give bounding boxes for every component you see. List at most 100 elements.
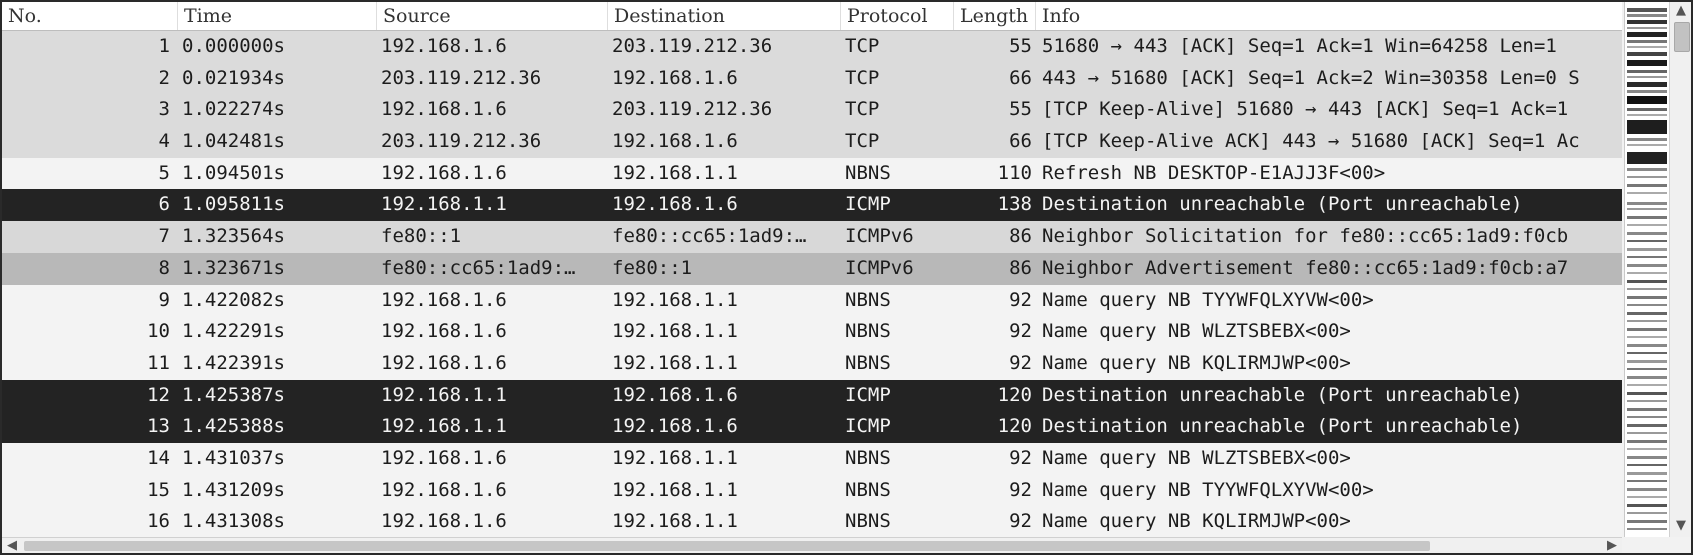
packet-row[interactable]: 12 1.425387s 192.168.1.1 192.168.1.6 ICMP 120… <box>2 379 1622 412</box>
packet-row[interactable]: 9 1.422082s 192.168.1.6 192.168.1.1 NBNS 92 Na… <box>2 284 1622 317</box>
packet-length-cell: 55 <box>1009 35 1032 57</box>
packet-time-cell: 1.422082s <box>182 288 285 311</box>
packet-row[interactable]: 1 0.000000s 192.168.1.6 203.119.212.36 TCP 55… <box>2 31 1622 63</box>
packet-info-cell: Name query NB TYYWFQLXYVW<00> <box>1042 288 1374 311</box>
packet-no-cell: 4 <box>158 130 170 153</box>
packet-destination-cell: 192.168.1.1 <box>612 446 738 469</box>
packet-time-cell: 1.431209s <box>182 478 285 501</box>
packet-row[interactable]: 7 1.323564s fe80::1 fe80::cc65:1ad9:… ICMPv6… <box>2 221 1622 253</box>
packet-protocol-cell: ICMP <box>845 415 891 438</box>
scroll-right-icon[interactable]: ▶ <box>1604 538 1620 553</box>
minimap-stripe <box>1627 408 1667 411</box>
minimap-stripe <box>1627 120 1667 134</box>
packet-no-cell: 11 <box>147 351 170 374</box>
column-header-source[interactable]: Source <box>377 2 608 30</box>
packet-no-cell: 7 <box>158 225 170 248</box>
packet-no-cell: 6 <box>158 193 170 216</box>
packet-time-cell: 0.021934s <box>182 66 285 89</box>
packet-no-cell: 9 <box>158 288 170 311</box>
packet-no-cell: 1 <box>158 35 170 57</box>
minimap-stripe <box>1627 360 1667 363</box>
packet-source-cell: 192.168.1.6 <box>381 288 507 311</box>
packet-info-cell: Neighbor Advertisement fe80::cc65:1ad9:f… <box>1042 256 1569 279</box>
minimap-stripe <box>1627 424 1667 427</box>
minimap-stripe <box>1627 96 1667 104</box>
minimap-stripe <box>1627 8 1667 12</box>
minimap-stripe <box>1627 376 1667 379</box>
packet-time-cell: 1.022274s <box>182 98 285 121</box>
packet-time-cell: 1.042481s <box>182 130 285 153</box>
packet-row[interactable]: 8 1.323671s fe80::cc65:1ad9:… fe80::1 ICMPv6… <box>2 252 1622 285</box>
column-header-length[interactable]: Length <box>954 2 1036 30</box>
packet-protocol-cell: NBNS <box>845 446 891 469</box>
minimap-stripe <box>1627 464 1667 466</box>
packet-protocol-cell: NBNS <box>845 320 891 343</box>
packet-row[interactable]: 2 0.021934s 203.119.212.36 192.168.1.6 TCP 66… <box>2 62 1622 95</box>
packet-time-cell: 1.323564s <box>182 225 285 248</box>
minimap-stripe <box>1627 232 1667 235</box>
packet-destination-cell: 192.168.1.6 <box>612 130 738 153</box>
packet-info-cell: Neighbor Solicitation for fe80::cc65:1ad… <box>1042 225 1569 248</box>
minimap-stripe <box>1627 52 1667 56</box>
vertical-scroll-thumb[interactable] <box>1674 22 1690 52</box>
packet-minimap[interactable] <box>1624 2 1669 537</box>
packet-info-cell: [TCP Keep-Alive] 51680 → 443 [ACK] Seq=1… <box>1042 98 1569 121</box>
packet-length-cell: 92 <box>1009 510 1032 533</box>
packet-protocol-cell: TCP <box>845 35 880 57</box>
packet-time-cell: 1.425388s <box>182 415 285 438</box>
packet-row[interactable]: 10 1.422291s 192.168.1.6 192.168.1.1 NBNS 92 N… <box>2 316 1622 348</box>
scroll-left-icon[interactable]: ◀ <box>4 538 20 553</box>
packet-time-cell: 1.431037s <box>182 446 285 469</box>
column-header-time[interactable]: Time <box>178 2 377 30</box>
packet-row[interactable]: 13 1.425388s 192.168.1.1 192.168.1.6 ICMP 120… <box>2 411 1622 443</box>
column-header-destination[interactable]: Destination <box>608 2 841 30</box>
column-header-no[interactable]: No. <box>2 2 178 30</box>
packet-source-cell: 192.168.1.6 <box>381 478 507 501</box>
packet-destination-cell: 192.168.1.1 <box>612 351 738 374</box>
packet-row[interactable]: 11 1.422391s 192.168.1.6 192.168.1.1 NBNS 92 N… <box>2 347 1622 380</box>
minimap-stripe <box>1627 440 1667 443</box>
packet-list-pane: No. Time Source Destination Protocol Len… <box>0 0 1693 555</box>
scroll-up-icon[interactable]: ▲ <box>1670 2 1691 20</box>
packet-length-cell: 138 <box>997 193 1032 216</box>
column-header-info[interactable]: Info <box>1036 2 1622 30</box>
packet-info-cell: Name query NB KQLIRMJWP<00> <box>1042 510 1351 533</box>
packet-info-cell: Destination unreachable (Port unreachabl… <box>1042 193 1523 216</box>
minimap-stripe <box>1627 264 1667 267</box>
packet-length-cell: 86 <box>1009 225 1032 248</box>
packet-row[interactable]: 3 1.022274s 192.168.1.6 203.119.212.36 TCP 55… <box>2 94 1622 127</box>
minimap-stripe <box>1627 392 1667 395</box>
minimap-stripe <box>1627 400 1667 402</box>
vertical-scrollbar[interactable]: ▲ ▼ <box>1669 2 1691 537</box>
minimap-stripe <box>1627 480 1667 482</box>
packet-length-cell: 92 <box>1009 446 1032 469</box>
minimap-stripe <box>1627 496 1667 498</box>
packet-protocol-cell: TCP <box>845 66 880 89</box>
scroll-down-icon[interactable]: ▼ <box>1670 517 1691 535</box>
minimap-stripe <box>1627 256 1667 258</box>
packet-row[interactable]: 15 1.431209s 192.168.1.6 192.168.1.1 NBNS 92 N… <box>2 474 1622 507</box>
packet-length-cell: 66 <box>1009 66 1032 89</box>
packet-row[interactable]: 5 1.094501s 192.168.1.6 192.168.1.1 NBNS 110 R… <box>2 157 1622 190</box>
packet-no-cell: 16 <box>147 510 170 533</box>
packet-row[interactable]: 6 1.095811s 192.168.1.1 192.168.1.6 ICMP 138 D… <box>2 189 1622 222</box>
minimap-stripe <box>1627 152 1667 164</box>
packet-row[interactable]: 4 1.042481s 203.119.212.36 192.168.1.6 TCP 66… <box>2 126 1622 158</box>
packet-row[interactable]: 16 1.431308s 192.168.1.6 192.168.1.1 NBNS 92 N… <box>2 506 1622 538</box>
packet-info-cell: 51680 → 443 [ACK] Seq=1 Ack=1 Win=64258 … <box>1042 35 1557 57</box>
packet-protocol-cell: TCP <box>845 130 880 153</box>
horizontal-scrollbar[interactable]: ◀ ▶ <box>2 537 1622 553</box>
minimap-stripe <box>1627 288 1667 290</box>
horizontal-scroll-thumb[interactable] <box>24 541 1430 551</box>
packet-row[interactable]: 14 1.431037s 192.168.1.6 192.168.1.1 NBNS 92 N… <box>2 442 1622 475</box>
minimap-stripe <box>1627 192 1667 194</box>
packet-length-cell: 86 <box>1009 256 1032 279</box>
packet-source-cell: 192.168.1.6 <box>381 351 507 374</box>
packet-destination-cell: 192.168.1.1 <box>612 320 738 343</box>
minimap-stripe <box>1627 304 1667 306</box>
packet-source-cell: 203.119.212.36 <box>381 66 542 89</box>
column-header-protocol[interactable]: Protocol <box>841 2 954 30</box>
packet-length-cell: 66 <box>1009 130 1032 153</box>
packet-source-cell: 192.168.1.6 <box>381 446 507 469</box>
packet-info-cell: Name query NB WLZTSBEBX<00> <box>1042 446 1351 469</box>
